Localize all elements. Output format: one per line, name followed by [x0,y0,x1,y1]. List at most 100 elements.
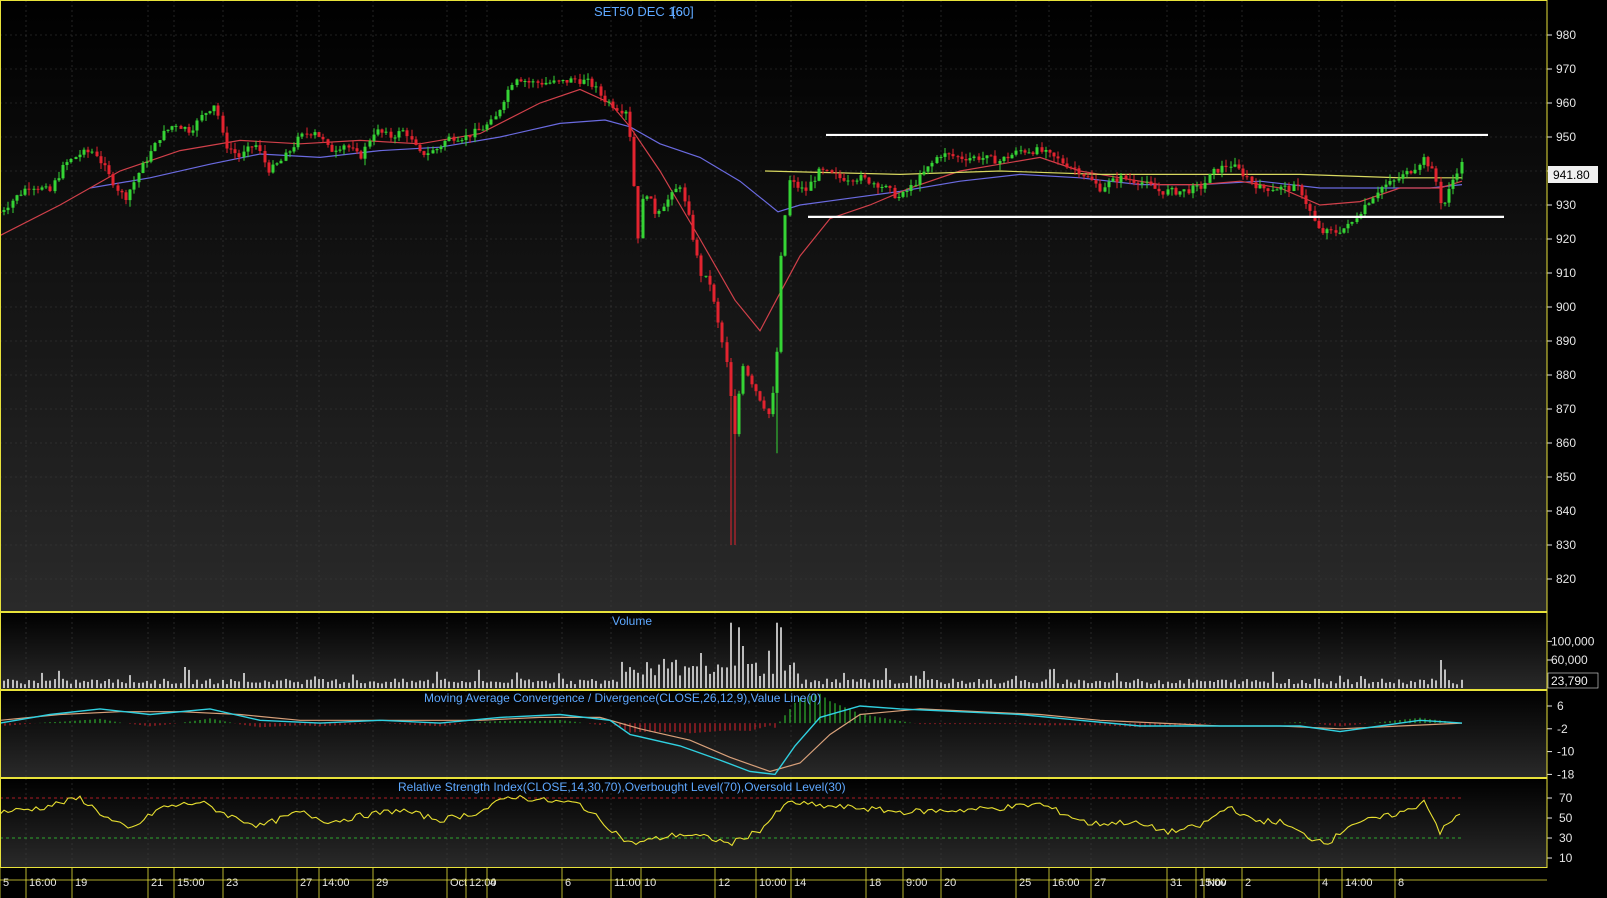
time-axis-label: 5 [3,877,9,889]
candle-body [1233,164,1237,167]
candle-body [19,194,23,196]
candle-body [1203,182,1207,189]
candle-body [99,156,103,164]
rsi-y-tick-label: 30 [1559,831,1573,845]
candle-body [939,156,943,158]
candle-body [1090,176,1094,181]
candle-body [1061,158,1065,164]
time-axis-label: 11:00 [614,877,641,889]
candle-body [687,201,691,215]
candle-body [1317,220,1321,229]
candle-body [989,155,993,157]
candle-body [594,86,598,88]
candle-body [393,137,397,139]
macd-title: Moving Average Convergence / Divergence(… [424,691,821,705]
candle-body [1153,184,1157,189]
candle-body [586,78,590,80]
candle-body [670,192,674,200]
volume-y-axis: 60,000 100,000 [1547,634,1595,667]
candle-body [27,188,31,190]
candle-body [439,146,443,150]
candle-body [909,185,913,191]
candle-body [951,154,955,157]
time-axis-label: 6 [565,877,571,889]
candle-body [368,140,372,147]
macd-y-tick-label: -10 [1557,745,1575,759]
candle-body [645,196,649,199]
candle-body [397,131,401,138]
candle-body [846,180,850,182]
candle-body [313,132,317,136]
candle-body [1380,187,1384,193]
candle-body [1237,164,1241,169]
time-axis-label: 9:00 [906,877,927,889]
price-y-tick-label: 910 [1556,266,1576,280]
candle-body [888,185,892,188]
candle-body [1107,181,1111,188]
candle-body [641,198,645,239]
candle-body [884,185,888,188]
candle-body [57,178,61,181]
candle-body [1149,181,1153,185]
candle-body [1119,175,1123,183]
candle-body [926,166,930,172]
candle-body [695,239,699,256]
candle-body [372,134,376,141]
candle-body [284,152,288,161]
candle-body [170,126,174,130]
candle-body [1287,185,1291,191]
candle-body [1245,176,1249,178]
candle-body [69,159,73,163]
candle-body [443,141,447,147]
candle-body [389,131,393,138]
candle-body [704,275,708,277]
candle-body [607,101,611,103]
candle-body [1187,189,1191,194]
price-y-tick-label: 930 [1556,198,1576,212]
candle-body [1086,176,1090,178]
time-axis-label: 23 [226,877,238,889]
candle-body [1367,203,1371,205]
time-axis-label: 20 [944,877,956,889]
candle-body [1178,191,1182,195]
candle-body [947,153,951,155]
candle-body [1426,157,1430,167]
time-axis-label: 15:00 [177,877,205,889]
candle-body [1388,181,1392,185]
candle-body [678,187,682,189]
candle-body [578,79,582,84]
candle-body [44,186,48,188]
candle-body [636,186,640,239]
price-y-tick-label: 960 [1556,96,1576,110]
candle-body [1027,152,1031,154]
candle-body [279,160,283,164]
candle-body [788,180,792,216]
price-y-axis: 8208308408508608708808909009109209309409… [1547,28,1576,586]
candle-body [489,119,493,125]
candle-body [1308,204,1312,211]
candle-body [53,180,57,192]
rsi-y-axis: 70 50 30 10 [1547,791,1573,865]
candle-body [288,151,292,153]
candle-body [746,366,750,376]
price-y-tick-label: 830 [1556,538,1576,552]
candle-body [590,78,594,87]
candle-body [750,375,754,385]
candle-body [1136,182,1140,185]
price-y-tick-label: 980 [1556,28,1576,42]
candle-body [401,130,405,132]
candle-body [510,85,514,90]
macd-y-axis: 6 -2 -10 -18 [1547,699,1575,781]
candle-body [1376,192,1380,199]
candle-body [267,162,271,173]
time-axis-label: 21 [151,877,163,889]
candle-body [1212,168,1216,175]
candle-body [859,175,863,181]
candle-body [326,139,330,145]
candle-body [930,162,934,167]
candle-body [876,183,880,188]
candle-body [615,108,619,111]
candle-body [1069,167,1073,169]
rsi-y-tick-label: 10 [1559,851,1573,865]
candle-body [78,154,82,158]
